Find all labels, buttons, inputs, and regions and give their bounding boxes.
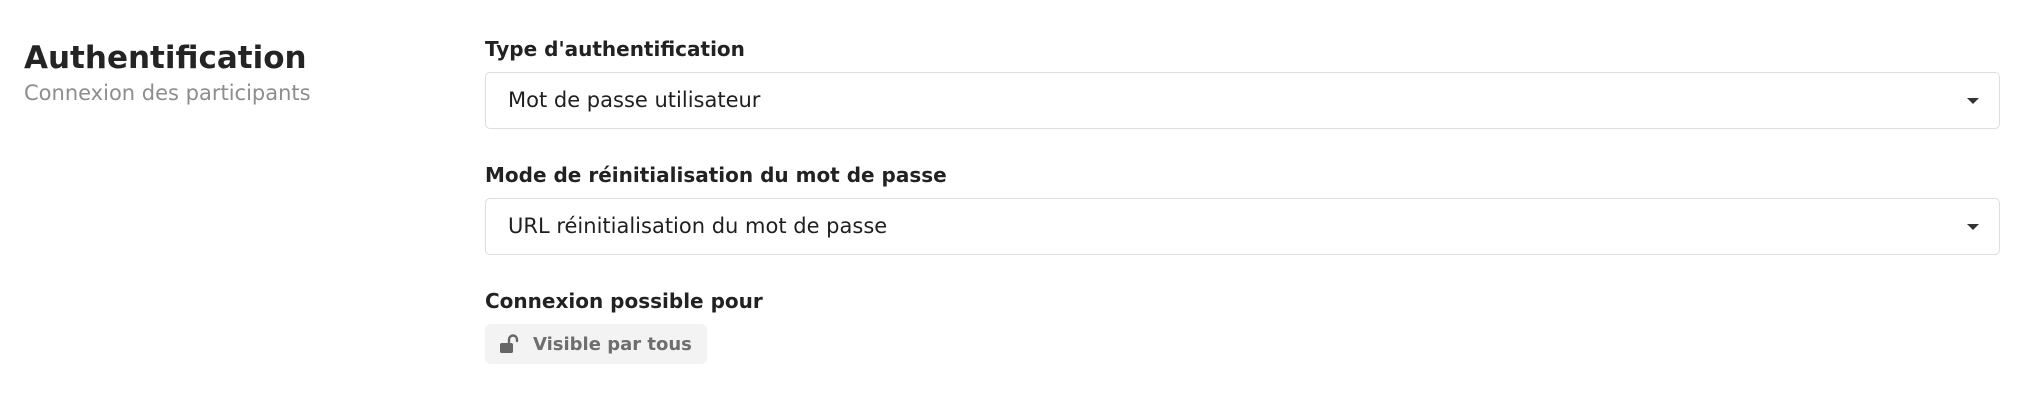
unlocked-padlock-icon <box>500 334 519 353</box>
reset-mode-label: Mode de réinitialisation du mot de passe <box>485 163 947 187</box>
visibility-badge-label: Visible par tous <box>533 333 692 355</box>
section-subtitle: Connexion des participants <box>24 81 311 105</box>
visibility-badge[interactable]: Visible par tous <box>485 324 707 364</box>
auth-type-select[interactable]: Mot de passe utilisateur <box>485 72 2000 129</box>
chevron-down-icon <box>1967 98 1979 104</box>
reset-mode-select[interactable]: URL réinitialisation du mot de passe <box>485 198 2000 255</box>
auth-type-label: Type d'authentification <box>485 37 745 61</box>
auth-type-selected-value: Mot de passe utilisateur <box>508 88 761 112</box>
chevron-down-icon <box>1967 224 1979 230</box>
login-scope-label: Connexion possible pour <box>485 289 763 313</box>
section-header: Authentification Connexion des participa… <box>24 38 464 108</box>
reset-mode-selected-value: URL réinitialisation du mot de passe <box>508 214 888 238</box>
section-title: Authentification <box>24 40 307 76</box>
